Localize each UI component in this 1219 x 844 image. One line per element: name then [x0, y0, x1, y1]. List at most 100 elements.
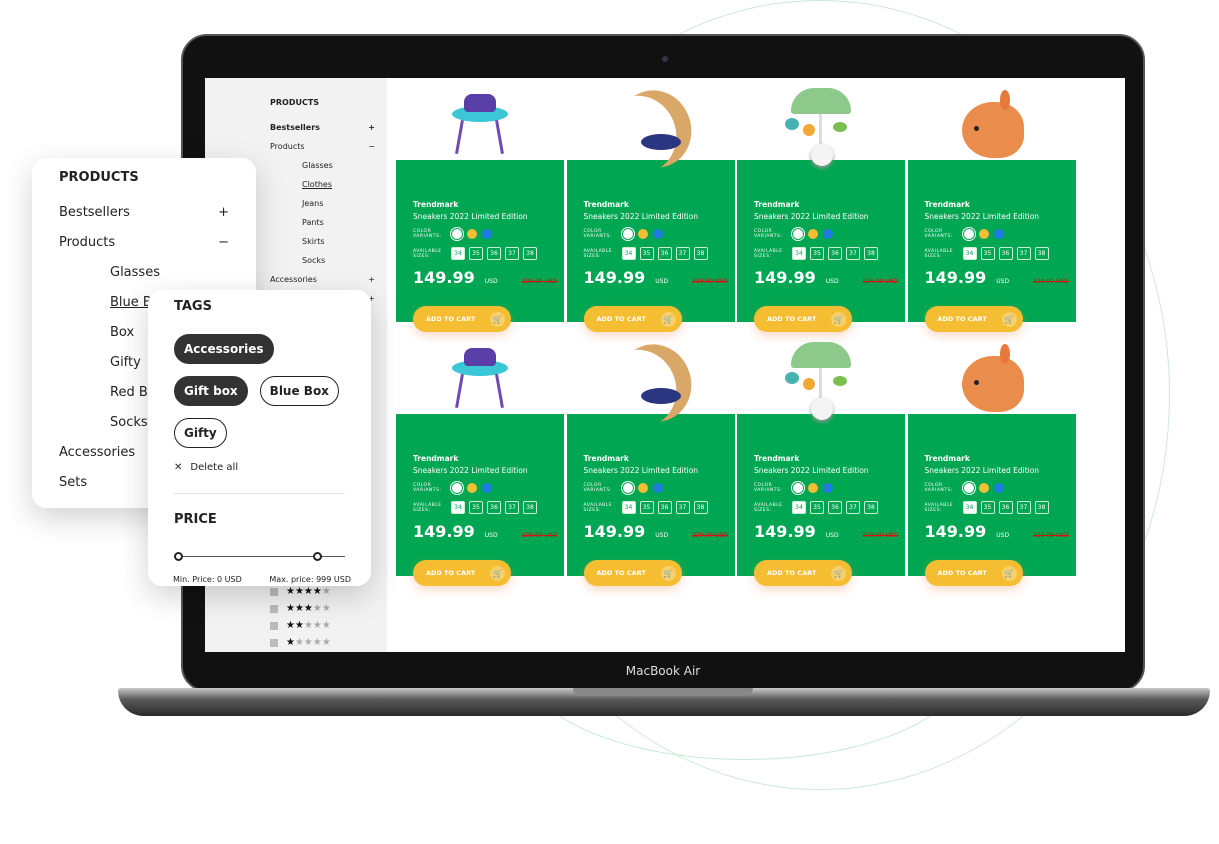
checkbox[interactable]	[270, 621, 278, 630]
size-option[interactable]: 34	[962, 501, 977, 514]
size-option[interactable]: 34	[451, 247, 465, 260]
minus-icon[interactable]: −	[218, 235, 229, 265]
product-image[interactable]	[440, 342, 520, 422]
color-swatch[interactable]	[993, 483, 1004, 493]
plus-icon[interactable]: +	[368, 275, 375, 294]
plus-icon[interactable]: +	[368, 123, 375, 142]
color-swatch[interactable]	[823, 483, 833, 493]
product-card[interactable]: Trendmark Sneakers 2022 Limited Edition CO…	[907, 78, 1076, 332]
product-card[interactable]: Trendmark Sneakers 2022 Limited Edition CO…	[566, 332, 735, 586]
checkbox[interactable]	[270, 604, 278, 613]
color-swatch[interactable]	[793, 483, 803, 493]
size-option[interactable]: 36	[828, 247, 842, 260]
rating-option[interactable]: ★★★★★	[270, 600, 331, 617]
category-item[interactable]: Products −	[59, 235, 256, 265]
product-image[interactable]	[611, 88, 691, 168]
color-swatch[interactable]	[993, 229, 1004, 239]
color-swatch[interactable]	[978, 229, 989, 239]
size-option[interactable]: 36	[998, 501, 1013, 514]
product-card[interactable]: Trendmark Sneakers 2022 Limited Edition CO…	[566, 78, 735, 332]
tag-chip-active[interactable]: Accessories	[174, 334, 274, 364]
color-swatch[interactable]	[622, 229, 633, 239]
product-card[interactable]: Trendmark Sneakers 2022 Limited Edition CO…	[396, 78, 564, 332]
product-image[interactable]	[781, 342, 861, 422]
size-option[interactable]: 35	[469, 247, 483, 260]
delete-all-button[interactable]: ✕ Delete all	[174, 462, 345, 473]
color-swatch[interactable]	[467, 483, 477, 493]
size-option[interactable]: 36	[487, 501, 501, 514]
size-option[interactable]: 35	[980, 501, 995, 514]
size-option[interactable]: 37	[675, 247, 690, 260]
size-option[interactable]: 37	[1016, 247, 1031, 260]
tag-chip-active[interactable]: Gift box	[174, 376, 248, 406]
size-option[interactable]: 35	[810, 501, 824, 514]
product-name[interactable]: Sneakers 2022 Limited Edition	[584, 466, 735, 475]
product-name[interactable]: Sneakers 2022 Limited Edition	[925, 212, 1076, 221]
size-option[interactable]: 34	[792, 501, 806, 514]
color-swatch[interactable]	[452, 229, 462, 239]
size-option[interactable]: 34	[451, 501, 465, 514]
max-price-handle[interactable]	[313, 552, 322, 561]
add-to-cart-button[interactable]: ADD TO CART 🛒	[924, 560, 1023, 586]
size-option[interactable]: 38	[693, 247, 708, 260]
size-option[interactable]: 37	[1016, 501, 1031, 514]
product-name[interactable]: Sneakers 2022 Limited Edition	[584, 212, 735, 221]
product-name[interactable]: Sneakers 2022 Limited Edition	[413, 466, 564, 475]
rating-option[interactable]: ★★★★★	[270, 617, 331, 634]
size-option[interactable]: 34	[962, 247, 977, 260]
color-swatch[interactable]	[978, 483, 989, 493]
plus-icon[interactable]: +	[218, 205, 229, 235]
size-option[interactable]: 38	[864, 247, 878, 260]
add-to-cart-button[interactable]: ADD TO CART 🛒	[754, 306, 852, 332]
min-price-handle[interactable]	[174, 552, 183, 561]
product-image[interactable]	[611, 342, 691, 422]
size-option[interactable]: 38	[1034, 247, 1049, 260]
size-option[interactable]: 36	[828, 501, 842, 514]
color-swatch[interactable]	[482, 483, 492, 493]
color-swatch[interactable]	[622, 483, 633, 493]
color-swatch[interactable]	[808, 483, 818, 493]
minus-icon[interactable]: −	[368, 142, 375, 161]
product-card[interactable]: Trendmark Sneakers 2022 Limited Edition CO…	[907, 332, 1076, 586]
tag-chip[interactable]: Blue Box	[259, 376, 339, 406]
size-option[interactable]: 35	[469, 501, 483, 514]
size-option[interactable]: 36	[657, 501, 672, 514]
product-name[interactable]: Sneakers 2022 Limited Edition	[754, 466, 905, 475]
sidebar-subitem[interactable]: Glasses	[270, 161, 387, 180]
add-to-cart-button[interactable]: ADD TO CART 🛒	[413, 306, 511, 332]
tag-chip[interactable]: Gifty	[174, 418, 227, 448]
size-option[interactable]: 38	[523, 247, 537, 260]
color-swatch[interactable]	[793, 229, 803, 239]
add-to-cart-button[interactable]: ADD TO CART 🛒	[583, 306, 682, 332]
size-option[interactable]: 38	[1034, 501, 1049, 514]
sidebar-item[interactable]: Bestsellers +	[270, 123, 387, 142]
product-card[interactable]: Trendmark Sneakers 2022 Limited Edition CO…	[396, 332, 564, 586]
sidebar-subitem[interactable]: Skirts	[270, 237, 387, 256]
size-option[interactable]: 35	[639, 247, 654, 260]
color-swatch[interactable]	[637, 483, 648, 493]
size-option[interactable]: 36	[998, 247, 1013, 260]
product-image[interactable]	[781, 88, 861, 168]
size-option[interactable]: 35	[810, 247, 824, 260]
size-option[interactable]: 35	[639, 501, 654, 514]
category-item[interactable]: Bestsellers +	[59, 205, 256, 235]
size-option[interactable]: 35	[980, 247, 995, 260]
size-option[interactable]: 36	[487, 247, 501, 260]
product-card[interactable]: Trendmark Sneakers 2022 Limited Edition CO…	[737, 332, 905, 586]
product-image[interactable]	[952, 342, 1032, 422]
sidebar-subitem[interactable]: Socks	[270, 256, 387, 275]
color-swatch[interactable]	[467, 229, 477, 239]
checkbox[interactable]	[270, 638, 278, 647]
size-option[interactable]: 37	[675, 501, 690, 514]
size-option[interactable]: 38	[693, 501, 708, 514]
add-to-cart-button[interactable]: ADD TO CART 🛒	[754, 560, 852, 586]
product-name[interactable]: Sneakers 2022 Limited Edition	[413, 212, 564, 221]
product-name[interactable]: Sneakers 2022 Limited Edition	[754, 212, 905, 221]
product-image[interactable]	[952, 88, 1032, 168]
color-swatch[interactable]	[652, 483, 663, 493]
sidebar-subitem[interactable]: Pants	[270, 218, 387, 237]
size-option[interactable]: 37	[505, 247, 519, 260]
color-swatch[interactable]	[823, 229, 833, 239]
color-swatch[interactable]	[482, 229, 492, 239]
size-option[interactable]: 37	[505, 501, 519, 514]
